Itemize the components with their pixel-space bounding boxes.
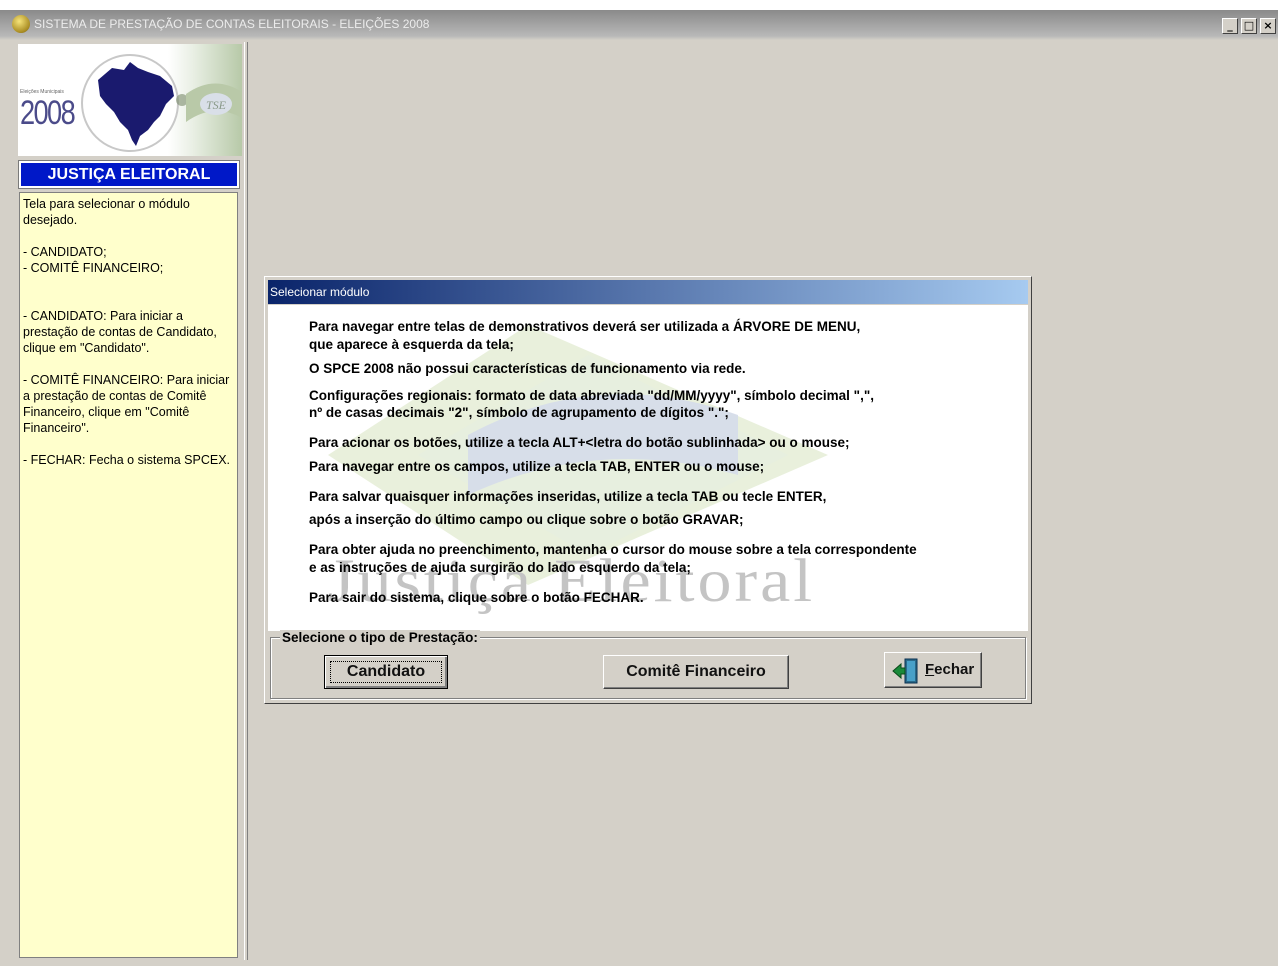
- window-titlebar: SISTEMA DE PRESTAÇÃO DE CONTAS ELEITORAI…: [0, 0, 1278, 40]
- info-line: Para salvar quaisquer informações inseri…: [309, 489, 827, 504]
- help-panel: Tela para selecionar o módulo desejado. …: [19, 192, 238, 958]
- sidebar: Eleições Municipais 2008 TSE JUSTIÇA ELE…: [16, 42, 244, 960]
- maximize-button[interactable]: □: [1241, 18, 1257, 34]
- justica-eleitoral-banner: JUSTIÇA ELEITORAL: [18, 160, 240, 189]
- info-line: após a inserção do último campo ou cliqu…: [309, 512, 744, 527]
- info-line: nº de casas decimais "2", símbolo de agr…: [309, 405, 729, 420]
- comite-button-label: Comitê Financeiro: [626, 663, 766, 680]
- window-title: SISTEMA DE PRESTAÇÃO DE CONTAS ELEITORAI…: [34, 17, 430, 31]
- fechar-button[interactable]: Fechar: [884, 652, 982, 688]
- info-line: e as instruções de ajuda surgirão do lad…: [309, 560, 691, 575]
- info-line: Para acionar os botões, utilize a tecla …: [309, 435, 850, 450]
- svg-text:TSE: TSE: [206, 98, 227, 112]
- candidato-button[interactable]: Candidato: [324, 655, 448, 689]
- dialog-title: Selecionar módulo: [268, 280, 1028, 304]
- info-line: Para navegar entre telas de demonstrativ…: [309, 319, 861, 334]
- info-line: O SPCE 2008 não possui características d…: [309, 361, 746, 376]
- info-line: Para sair do sistema, clique sobre o bot…: [309, 590, 644, 605]
- fechar-label-rest: echar: [934, 661, 975, 678]
- info-line: que aparece à esquerda da tela;: [309, 337, 514, 352]
- info-line: Configurações regionais: formato de data…: [309, 388, 874, 403]
- fechar-button-label: Fechar: [925, 654, 974, 686]
- help-comite: - COMITÊ FINANCEIRO: Para iniciar a pres…: [23, 373, 230, 435]
- help-intro: Tela para selecionar o módulo desejado.: [23, 197, 190, 227]
- group-label: Selecione o tipo de Prestação:: [280, 630, 480, 645]
- exit-door-icon: [892, 658, 918, 684]
- help-fechar: - FECHAR: Fecha o sistema SPCEX.: [23, 453, 231, 467]
- app-icon: [12, 15, 30, 33]
- flag-swirl-icon: TSE: [186, 83, 242, 122]
- help-list-comite: - COMITÊ FINANCEIRO;: [23, 261, 164, 275]
- select-module-dialog: Selecionar módulo Justiça Eleitoral Para…: [264, 276, 1032, 704]
- prestacao-type-group: Selecione o tipo de Prestação: Candidato…: [270, 630, 1026, 699]
- minimize-button[interactable]: _: [1222, 18, 1238, 34]
- info-line: Para navegar entre os campos, utilize a …: [309, 459, 765, 474]
- info-line: Para obter ajuda no preenchimento, mante…: [309, 542, 917, 557]
- logo-year: 2008: [20, 94, 76, 132]
- brazil-map-icon: [81, 54, 188, 152]
- help-candidato: - CANDIDATO: Para iniciar a prestação de…: [23, 309, 217, 355]
- fechar-accelerator: F: [925, 661, 935, 678]
- help-list-candidato: - CANDIDATO;: [23, 245, 107, 259]
- dialog-info-panel: Justiça Eleitoral Para navegar entre tel…: [268, 305, 1028, 631]
- comite-financeiro-button[interactable]: Comitê Financeiro: [603, 655, 789, 689]
- focus-rect: [330, 661, 442, 683]
- sidebar-splitter[interactable]: [244, 42, 248, 960]
- elections-logo: Eleições Municipais 2008 TSE: [18, 44, 242, 156]
- close-window-button[interactable]: ×: [1260, 18, 1276, 34]
